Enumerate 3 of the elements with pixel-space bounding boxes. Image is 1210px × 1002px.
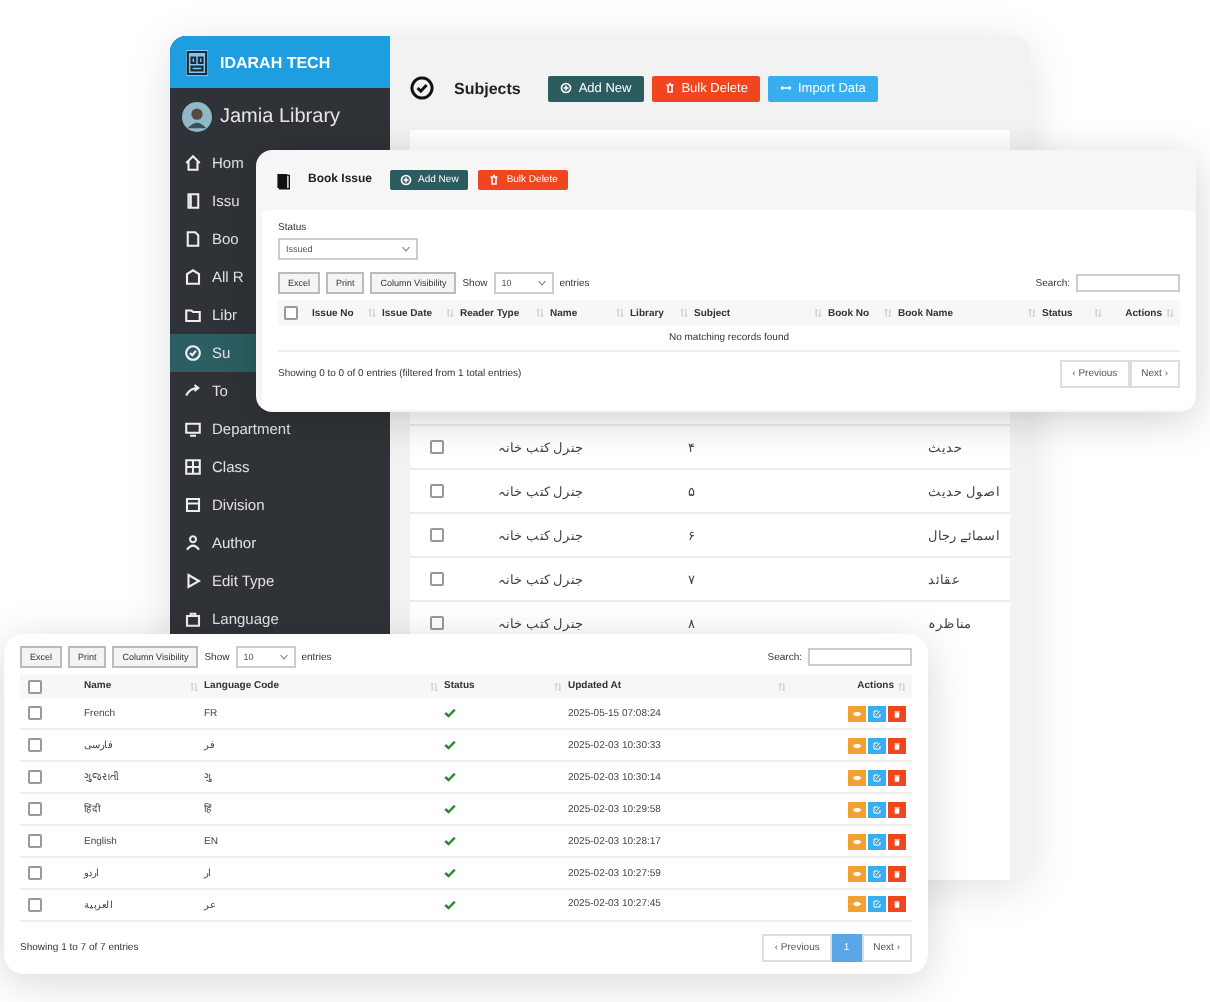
page-title: Subjects	[454, 79, 521, 97]
brand-name: IDARAH TECH	[220, 53, 331, 71]
user-name: Jamia Library	[220, 105, 341, 127]
